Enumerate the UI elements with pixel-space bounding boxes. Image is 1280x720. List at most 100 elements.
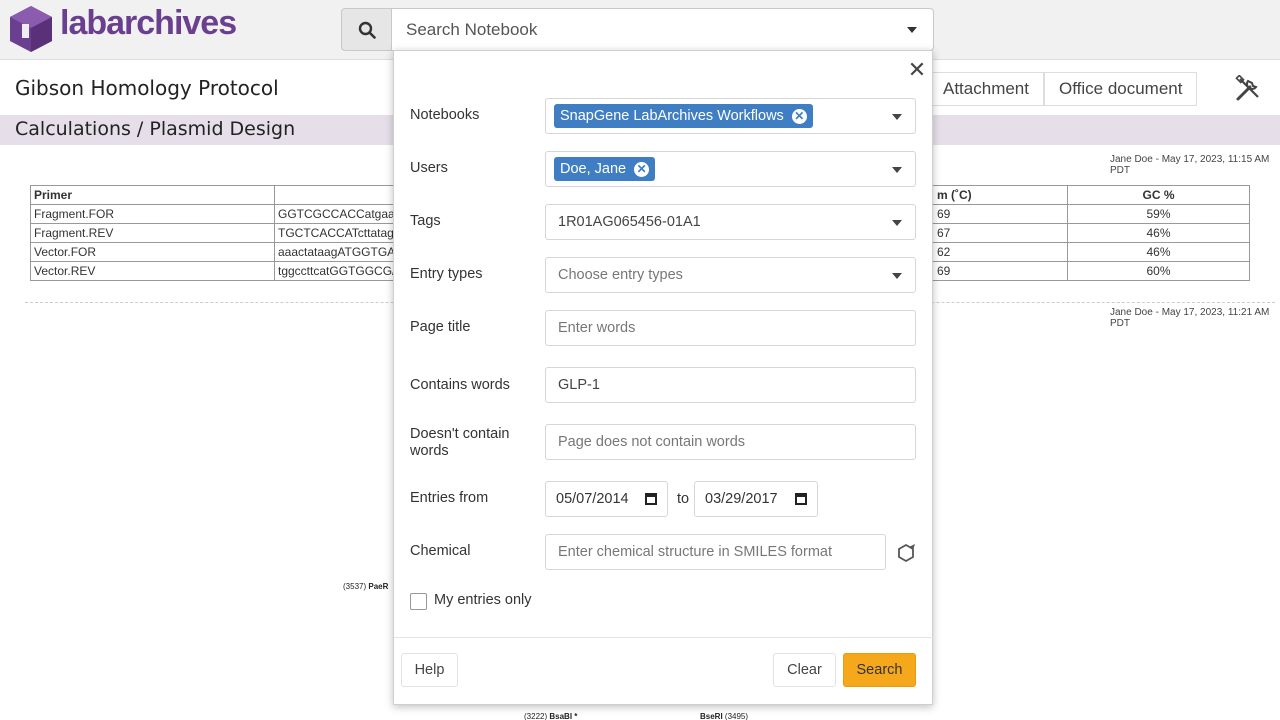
chevron-down-icon — [892, 167, 902, 173]
plasmid-map-label: (3222) BsaBI * — [524, 712, 577, 720]
calendar-icon[interactable] — [645, 493, 657, 505]
search-icon — [358, 21, 376, 39]
entry-timestamp: Jane Doe - May 17, 2023, 11:21 AM PDT — [1110, 307, 1270, 329]
structure-editor-icon[interactable] — [896, 543, 916, 568]
table-row: Fragment.FOR GGTCGCCACCatgaa — [30, 204, 400, 224]
date-from-input[interactable]: 05/07/2014 — [545, 481, 668, 517]
logo[interactable]: labarchives — [8, 2, 237, 56]
footer-divider — [394, 637, 934, 638]
plasmid-map-label: (3537) PaeR — [343, 582, 388, 591]
chemical-placeholder: Enter chemical structure in SMILES forma… — [558, 544, 832, 560]
primer-tm: 69 — [930, 261, 1068, 281]
primer-gc: 60% — [1067, 261, 1250, 281]
tools-icon[interactable] — [1234, 74, 1262, 108]
table-header-row: m (˚C) GC % — [930, 185, 1250, 205]
primer-name: Vector.FOR — [30, 242, 275, 262]
clear-button[interactable]: Clear — [773, 653, 836, 687]
primer-gc: 46% — [1067, 242, 1250, 262]
not-contains-label-line1: Doesn't contain — [410, 426, 510, 442]
entry-types-select[interactable]: Choose entry types — [545, 257, 916, 293]
primer-sequence: aaactataagATGGTGA — [273, 242, 400, 262]
page-title-input[interactable]: Enter words — [545, 310, 916, 346]
my-entries-only-checkbox[interactable] — [410, 593, 427, 610]
table-row: 62 46% — [930, 242, 1250, 262]
column-header-gc: GC % — [1067, 185, 1250, 205]
search-button[interactable] — [341, 8, 392, 51]
search-notebook-placeholder: Search Notebook — [406, 19, 538, 39]
primer-sequence: tggccttcatGGTGGCG/ — [273, 261, 400, 281]
table-row: Vector.FOR aaactataagATGGTGA — [30, 242, 400, 262]
primer-table: Primer Fragment.FOR GGTCGCCACCatgaa Frag… — [30, 185, 400, 281]
tags-value: 1R01AG065456-01A1 — [558, 214, 701, 230]
chemical-label: Chemical — [410, 543, 471, 559]
entry-timestamp: Jane Doe - May 17, 2023, 11:15 AM PDT — [1110, 154, 1270, 176]
user-chip-label: Doe, Jane — [560, 161, 627, 177]
primer-tm: 69 — [930, 204, 1068, 224]
map-label-enzyme: BseRI — [700, 712, 723, 720]
primer-sequence: TGCTCACCATcttatag — [273, 223, 400, 243]
primer-gc: 59% — [1067, 204, 1250, 224]
table-row: 67 46% — [930, 223, 1250, 243]
entry-type-tabs: Attachment Office document — [928, 72, 1198, 106]
date-to-input[interactable]: 03/29/2017 — [694, 481, 818, 517]
table-header-row: Primer — [30, 185, 400, 205]
advanced-search-panel: ✕ Notebooks SnapGene LabArchives Workflo… — [393, 50, 934, 705]
tab-attachment[interactable]: Attachment — [928, 72, 1044, 106]
users-label: Users — [410, 160, 448, 176]
search-submit-button[interactable]: Search — [843, 653, 916, 687]
page-title: Gibson Homology Protocol — [15, 76, 279, 100]
primer-tm: 62 — [930, 242, 1068, 262]
user-chip: Doe, Jane ✕ — [554, 157, 656, 181]
plasmid-map-label: BseRI (3495) — [700, 712, 748, 720]
help-button[interactable]: Help — [401, 653, 458, 687]
map-label-position: (3495) — [724, 712, 749, 720]
notebook-chip: SnapGene LabArchives Workflows ✕ — [554, 104, 813, 128]
primer-name: Vector.REV — [30, 261, 275, 281]
map-label-position: (3537) — [343, 582, 367, 591]
column-header-sequence — [273, 185, 400, 205]
table-row: Vector.REV tggccttcatGGTGGCG/ — [30, 261, 400, 281]
column-header-tm: m (˚C) — [930, 185, 1068, 205]
contains-words-label: Contains words — [410, 377, 510, 393]
chevron-down-icon — [907, 26, 917, 33]
not-contains-label-line2: words — [410, 443, 449, 459]
primer-name: Fragment.REV — [30, 223, 275, 243]
entry-types-placeholder: Choose entry types — [558, 267, 683, 283]
primer-sequence: GGTCGCCACCatgaa — [273, 204, 400, 224]
search-notebook-dropdown[interactable]: Search Notebook — [391, 8, 934, 51]
date-from-value: 05/07/2014 — [556, 491, 629, 507]
logo-text: labarchives — [60, 3, 237, 42]
table-row: 69 60% — [930, 261, 1250, 281]
not-contains-input[interactable]: Page does not contain words — [545, 424, 916, 460]
remove-chip-icon[interactable]: ✕ — [791, 108, 807, 124]
chevron-down-icon — [892, 220, 902, 226]
map-label-enzyme: PaeR — [368, 582, 389, 591]
not-contains-placeholder: Page does not contain words — [558, 434, 746, 450]
map-label-position: (3222) — [524, 712, 548, 720]
page-title-label: Page title — [410, 319, 471, 335]
map-label-enzyme: BsaBI * — [549, 712, 578, 720]
entry-types-label: Entry types — [410, 266, 483, 282]
table-row: 69 59% — [930, 204, 1250, 224]
primer-name: Fragment.FOR — [30, 204, 275, 224]
primer-tm: 67 — [930, 223, 1068, 243]
tags-select[interactable]: 1R01AG065456-01A1 — [545, 204, 916, 240]
column-header-primer: Primer — [30, 185, 275, 205]
tab-office-document[interactable]: Office document — [1044, 72, 1198, 106]
calendar-icon[interactable] — [795, 493, 807, 505]
chevron-down-icon — [892, 273, 902, 279]
page-title-placeholder: Enter words — [558, 320, 636, 336]
tags-label: Tags — [410, 213, 441, 229]
users-select[interactable]: Doe, Jane ✕ — [545, 151, 916, 187]
not-contains-label: Doesn't contain words — [410, 426, 510, 460]
entries-from-label: Entries from — [410, 490, 489, 506]
chemical-smiles-input[interactable]: Enter chemical structure in SMILES forma… — [545, 534, 886, 570]
close-icon[interactable]: ✕ — [906, 57, 928, 83]
remove-chip-icon[interactable]: ✕ — [634, 161, 650, 177]
notebooks-select[interactable]: SnapGene LabArchives Workflows ✕ — [545, 98, 916, 134]
contains-words-input[interactable]: GLP-1 — [545, 367, 916, 403]
date-range-to-label: to — [677, 491, 690, 507]
table-row: Fragment.REV TGCTCACCATcttatag — [30, 223, 400, 243]
section-title: Calculations / Plasmid Design — [15, 118, 296, 140]
notebook-chip-label: SnapGene LabArchives Workflows — [560, 108, 784, 124]
